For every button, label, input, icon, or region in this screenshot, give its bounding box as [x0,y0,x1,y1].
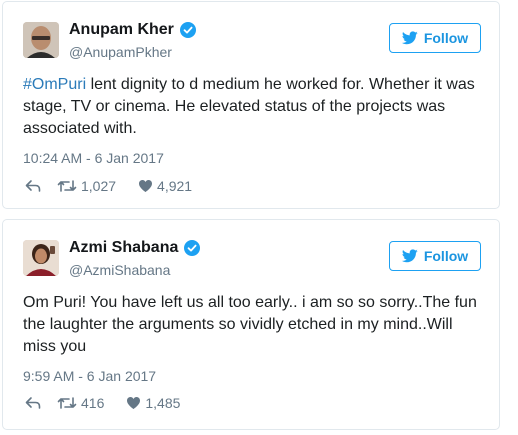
follow-label: Follow [423,248,469,264]
user-handle[interactable]: @AzmiShabana [69,262,170,278]
tweet-card: Anupam Kher @AnupamPkher Follow #OmPuri … [2,1,500,209]
like-count: 1,485 [145,395,181,411]
heart-icon [127,397,141,409]
verified-icon [179,22,196,38]
like-button[interactable]: 4,921 [138,178,192,194]
follow-label: Follow [423,30,469,46]
bird-icon [401,249,418,263]
retweet-count: 1,027 [81,178,117,194]
display-name[interactable]: Azmi Shabana [69,239,201,257]
follow-button[interactable]: Follow [389,241,481,271]
display-name-text: Azmi Shabana [69,239,179,256]
like-count: 4,921 [157,178,193,194]
timestamp-link[interactable]: 9:59 AM - 6 Jan 2017 [23,368,156,384]
follow-button[interactable]: Follow [389,23,481,53]
tweet-body: lent dignity to d medium he worked for. … [23,76,475,137]
tweet-actions: 416 1,485 [25,395,180,411]
avatar[interactable] [23,22,59,58]
user-handle[interactable]: @AnupamPkher [69,44,172,60]
retweet-icon [57,397,77,409]
reply-icon [25,180,41,192]
hashtag-link[interactable]: #OmPuri [23,76,86,93]
like-button[interactable]: 1,485 [126,395,180,411]
retweet-icon [57,180,77,192]
retweet-button[interactable]: 416 [57,395,104,411]
heart-icon [139,180,153,192]
reply-icon [25,397,41,409]
tweet-card: Azmi Shabana @AzmiShabana Follow Om Puri… [2,219,500,430]
tweet-body: Om Puri! You have left us all too early.… [23,294,477,355]
display-name-text: Anupam Kher [69,21,174,38]
reply-button[interactable] [25,396,41,410]
retweet-count: 416 [81,395,105,411]
tweet-actions: 1,027 4,921 [25,178,192,194]
retweet-button[interactable]: 1,027 [57,178,116,194]
display-name[interactable]: Anupam Kher [69,21,196,39]
bird-icon [401,31,418,45]
tweet-text: Om Puri! You have left us all too early.… [23,292,485,358]
tweet-text: #OmPuri lent dignity to d medium he work… [23,74,485,140]
verified-icon [184,240,201,256]
reply-button[interactable] [25,179,41,193]
avatar[interactable] [23,240,59,276]
timestamp-link[interactable]: 10:24 AM - 6 Jan 2017 [23,150,164,166]
